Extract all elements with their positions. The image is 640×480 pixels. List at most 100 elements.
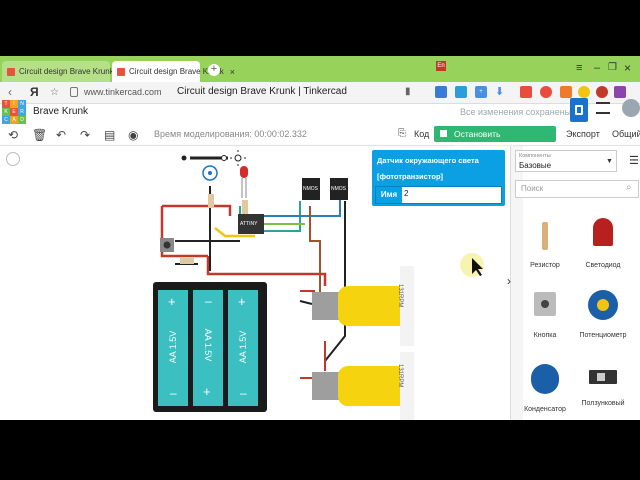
name-field: Имя 2 — [375, 186, 502, 204]
download-icon[interactable]: ⬇ — [495, 85, 504, 98]
components-dropdown[interactable]: Компоненты Базовые ▼ — [515, 150, 617, 172]
name-label: Имя — [376, 187, 402, 203]
export-button[interactable]: Экспорт — [566, 129, 600, 139]
notes-icon[interactable]: ▤ — [104, 128, 115, 142]
delete-icon[interactable]: 🗑 — [32, 128, 47, 142]
components-value: Базовые — [519, 161, 552, 170]
back-icon[interactable]: ‹ — [8, 85, 12, 99]
component-label: Кнопка — [533, 332, 557, 339]
component-capacitor[interactable]: Конденсатор — [515, 364, 575, 420]
editor-toolbar: ⟲ 🗑 ↶ ↷ ▤ ◉ Время моделирования: 00:00:0… — [0, 124, 640, 149]
component-label: Потенциометр — [579, 332, 627, 339]
stop-icon — [440, 130, 447, 137]
stop-simulation-button[interactable]: Остановить моделирование — [434, 126, 556, 149]
component-resistor[interactable]: Резистор — [515, 222, 575, 272]
browser-tab-label: Circuit design Brave Krunk — [19, 67, 114, 76]
components-sidebar: › Компоненты Базовые ▼ ☰ Поиск ⌕ Резисто… — [507, 146, 640, 420]
share-button[interactable]: Общий — [612, 129, 640, 139]
component-slide-switch[interactable]: Ползунковый — [573, 370, 633, 420]
save-status: Все изменения сохранены — [460, 107, 572, 117]
circuit-icon — [575, 105, 583, 115]
minus-icon: – — [205, 294, 212, 308]
battery-cell[interactable]: + AA 1.5V – — [158, 290, 188, 406]
capacitor-icon — [531, 364, 559, 394]
extension-icon[interactable] — [578, 86, 590, 98]
component-led[interactable]: Светодиод — [573, 218, 633, 274]
bookmark-icon[interactable]: ▮ — [405, 86, 411, 97]
search-icon: ⌕ — [626, 182, 632, 193]
tinkercad-logo[interactable]: T I N K E R C A D — [2, 100, 26, 124]
close-window-icon[interactable]: × — [624, 61, 631, 75]
language-badge: En — [436, 61, 446, 71]
mosfet-label: NMOS — [331, 186, 346, 192]
name-input[interactable]: 2 — [404, 189, 500, 201]
battery-cell[interactable]: – AA 1.5V + — [193, 290, 223, 406]
collapse-chevron-icon[interactable]: › — [507, 274, 511, 288]
browser-tab-active[interactable]: Circuit design Brave Krunk × — [112, 61, 235, 82]
address-bar: ‹ Я ☆ www.tinkercad.com Circuit design B… — [0, 82, 640, 104]
extension-icon[interactable] — [455, 86, 467, 98]
extension-icon[interactable] — [560, 86, 572, 98]
minus-icon: – — [240, 386, 247, 400]
plus-icon: + — [238, 294, 246, 309]
maximize-icon[interactable]: ❐ — [608, 62, 617, 73]
sync-icon[interactable]: ☆ — [50, 87, 59, 98]
page-title: Circuit design Brave Krunk | Tinkercad — [177, 86, 347, 97]
battery-label: AA 1.5V — [238, 330, 248, 364]
code-button[interactable]: Код — [414, 129, 429, 139]
browser-tab[interactable]: Circuit design Brave Krunk — [2, 61, 114, 82]
avatar[interactable] — [622, 99, 640, 117]
url-text[interactable]: www.tinkercad.com — [84, 87, 162, 97]
motor-label: 131RPM — [397, 284, 403, 308]
slide-switch-icon — [589, 370, 617, 384]
component-potentiometer[interactable]: Потенциометр — [573, 290, 633, 344]
search-placeholder: Поиск — [521, 184, 544, 193]
extension-icon[interactable] — [520, 86, 532, 98]
new-tab-icon[interactable]: + — [208, 64, 220, 76]
chip-label: ATTINY — [240, 221, 258, 227]
battery-label: AA 1.5V — [168, 330, 178, 364]
extension-icon[interactable] — [435, 86, 447, 98]
visibility-icon[interactable]: ◉ — [128, 128, 138, 142]
battery-cell[interactable]: + AA 1.5V – — [228, 290, 258, 406]
undo-icon[interactable]: ↶ — [56, 128, 66, 142]
potentiometer-icon — [588, 290, 618, 320]
extension-icon[interactable] — [614, 86, 626, 98]
close-tab-icon[interactable]: × — [224, 67, 235, 77]
plus-icon: + — [203, 384, 211, 399]
component-label: Резистор — [530, 262, 560, 269]
chevron-down-icon: ▼ — [606, 158, 613, 165]
list-view-icon[interactable] — [596, 102, 610, 114]
menu-icon[interactable]: ≡ — [576, 62, 582, 74]
project-name[interactable]: Brave Krunk — [33, 106, 88, 117]
extension-icon[interactable] — [596, 86, 608, 98]
popup-title: Датчик окружающего света — [377, 156, 479, 165]
browser-tab-bar: Circuit design Brave Krunk Circuit desig… — [0, 56, 640, 82]
plus-icon: + — [168, 294, 176, 309]
rotate-icon[interactable]: ⟲ — [8, 128, 18, 142]
popup-subtitle: [фототранзистор] — [377, 172, 444, 181]
component-pushbutton[interactable]: Кнопка — [515, 292, 575, 344]
component-label: Светодиод — [585, 262, 621, 269]
extension-icon[interactable]: + — [475, 86, 487, 98]
tinkercad-favicon-icon — [7, 67, 15, 76]
battery-label: AA 1.5V — [203, 328, 213, 362]
yandex-icon[interactable]: Я — [30, 85, 39, 99]
circuit-view-button[interactable] — [570, 98, 588, 122]
components-label: Компоненты — [519, 153, 551, 159]
list-view-icon[interactable]: ☰ — [629, 154, 639, 167]
resistor-icon — [542, 222, 548, 250]
app-header: T I N K E R C A D Brave Krunk Все измене… — [0, 98, 640, 124]
component-properties-popup: Датчик окружающего света [фототранзистор… — [372, 150, 505, 206]
search-input[interactable]: Поиск ⌕ — [515, 180, 639, 198]
pushbutton-icon — [534, 292, 556, 316]
component-label: Ползунковый — [581, 400, 625, 407]
tinkercad-favicon-icon — [117, 67, 125, 76]
extension-icon[interactable] — [540, 86, 552, 98]
minus-icon: – — [170, 386, 177, 400]
redo-icon[interactable]: ↷ — [80, 128, 90, 142]
component-label: Конденсатор — [524, 406, 566, 413]
code-icon: ⎘ — [398, 128, 406, 139]
lock-icon — [70, 87, 78, 97]
minimize-icon[interactable]: – — [594, 62, 600, 74]
